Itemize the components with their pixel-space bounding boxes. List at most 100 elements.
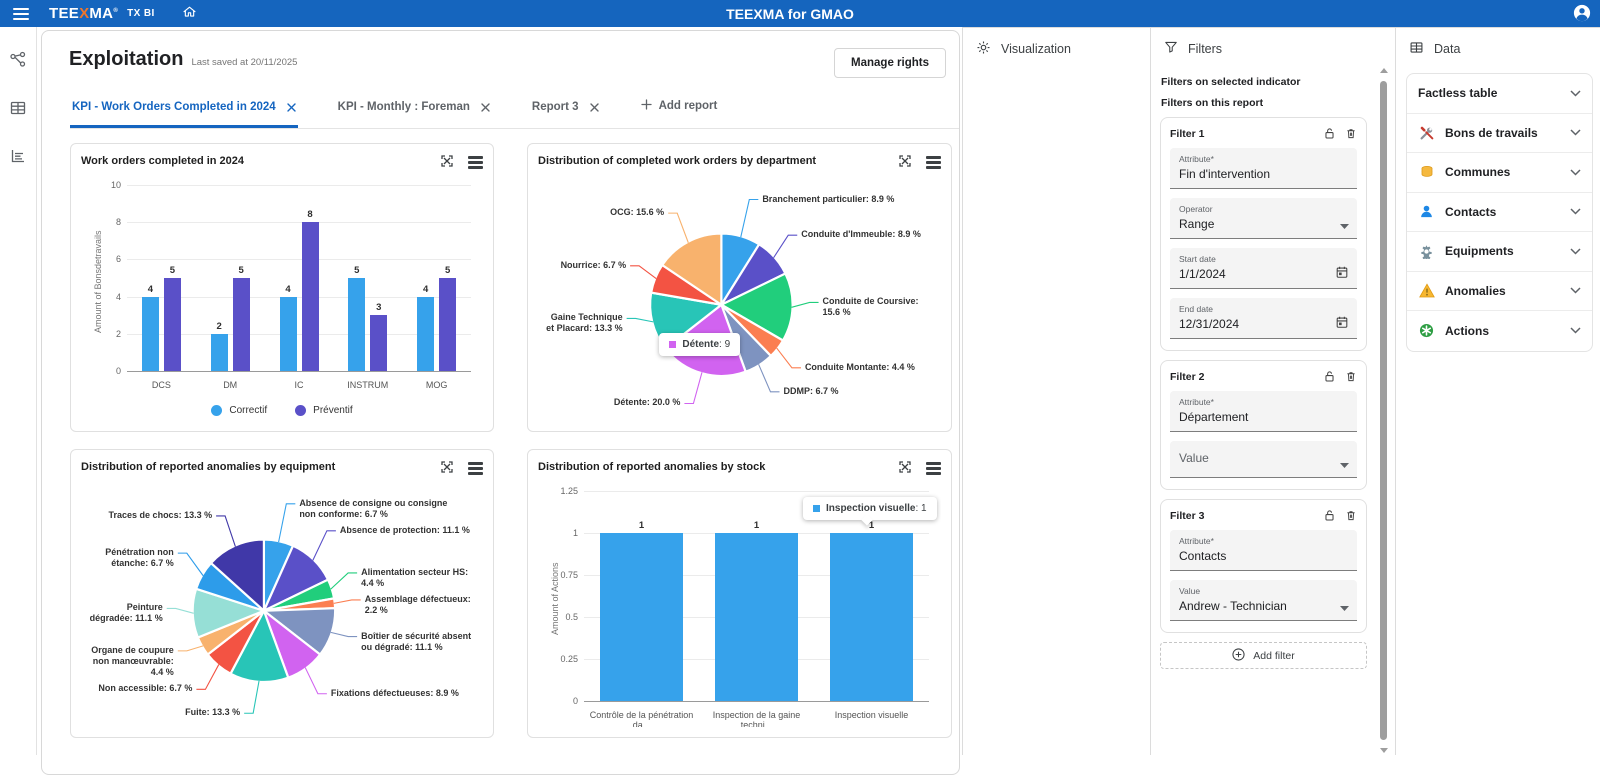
legend-item-Correctif[interactable]: Correctif <box>211 405 267 416</box>
bar-Actions-Inspection de la gaine techni...[interactable] <box>715 533 798 701</box>
account-icon[interactable] <box>1573 4 1591 27</box>
data-item-communes[interactable]: Communes <box>1407 153 1592 193</box>
trash-icon[interactable] <box>1345 509 1357 522</box>
chevron-down-icon[interactable] <box>1570 248 1581 255</box>
hamburger-menu-icon[interactable] <box>13 7 29 20</box>
bar-Correctif-DCS[interactable] <box>141 296 159 371</box>
app-title: TEEXMA for GMAO <box>726 5 854 22</box>
chart-menu-icon[interactable] <box>468 153 483 169</box>
chart-title: Distribution of reported anomalies by eq… <box>81 461 336 473</box>
chevron-down-icon[interactable] <box>1570 129 1581 136</box>
x-category-label: MOG <box>425 380 448 390</box>
dropdown-arrow-icon[interactable] <box>1340 224 1349 229</box>
bar-Correctif-IC[interactable] <box>279 296 297 371</box>
trash-icon[interactable] <box>1345 370 1357 383</box>
y-tick-label: 0.25 <box>560 654 578 664</box>
chart-plot-area: Traces de chocs: 13.3 % Pénétration non é… <box>81 477 483 727</box>
field-placeholder: Value <box>1179 451 1209 465</box>
tab-report-3[interactable]: Report 3 <box>530 92 601 128</box>
add-report-button[interactable]: Add report <box>639 90 720 128</box>
chart-menu-icon[interactable] <box>926 459 941 475</box>
chevron-down-icon[interactable] <box>1570 169 1581 176</box>
lock-icon[interactable] <box>1323 370 1336 383</box>
tab-report-1[interactable]: KPI - Work Orders Completed in 2024 <box>70 92 298 128</box>
tab-report-2[interactable]: KPI - Monthly : Foreman <box>336 92 492 128</box>
y-tick-label: 0.5 <box>565 612 578 622</box>
filter-field-start-date[interactable]: Start date 1/1/2024 <box>1170 248 1357 289</box>
filters-scrollbar[interactable] <box>1379 68 1389 753</box>
manage-rights-button[interactable]: Manage rights <box>834 48 946 78</box>
lock-icon[interactable] <box>1323 127 1336 140</box>
field-label: End date <box>1179 304 1214 314</box>
expand-icon[interactable] <box>439 153 455 169</box>
data-item-label: Contacts <box>1445 204 1497 219</box>
dropdown-arrow-icon[interactable] <box>1340 606 1349 611</box>
y-axis-title: Amount of Actions <box>550 562 560 636</box>
filters-panel: Filters Filters on selected indicator Fi… <box>1150 27 1395 755</box>
chart-menu-icon[interactable] <box>468 459 483 475</box>
filter-field-value[interactable]: Value <box>1170 441 1357 478</box>
filter-field-end-date[interactable]: End date 12/31/2024 <box>1170 298 1357 339</box>
filter-field-attribute-[interactable]: Attribute* Fin d'intervention <box>1170 148 1357 189</box>
data-item-factless-table[interactable]: Factless table <box>1407 74 1592 114</box>
filter-field-value[interactable]: Value Andrew - Technician <box>1170 580 1357 621</box>
expand-icon[interactable] <box>897 459 913 475</box>
workflow-icon[interactable] <box>9 51 27 74</box>
lock-icon[interactable] <box>1323 509 1336 522</box>
expand-icon[interactable] <box>897 153 913 169</box>
pie-slice-label: Gaine Technique et Placard: 13.3 % <box>546 312 623 334</box>
chart-card-work-orders-2024: Work orders completed in 2024 0 2 4 6 8 10 Amo… <box>70 143 494 432</box>
tab-close-icon[interactable] <box>589 102 599 112</box>
dropdown-arrow-icon[interactable] <box>1340 463 1349 468</box>
chevron-down-icon[interactable] <box>1570 90 1581 97</box>
chevron-down-icon[interactable] <box>1570 327 1581 334</box>
bar-Correctif-INSTRUM[interactable] <box>348 278 366 371</box>
tab-close-icon[interactable] <box>481 102 490 112</box>
data-item-actions[interactable]: Actions <box>1407 311 1592 351</box>
filters-section-indicator: Filters on selected indicator <box>1161 76 1301 88</box>
legend-item-Préventif[interactable]: Préventif <box>295 405 353 416</box>
chevron-down-icon[interactable] <box>1570 287 1581 294</box>
filter-field-attribute-[interactable]: Attribute* Département <box>1170 391 1357 432</box>
add-filter-button[interactable]: Add filter <box>1160 642 1367 669</box>
chart-card-anomalies-by-equipment: Distribution of reported anomalies by eq… <box>70 449 494 738</box>
legend-label: Correctif <box>229 405 268 416</box>
chart-menu-icon[interactable] <box>926 153 941 169</box>
pie-slice-label: OCG: 15.6 % <box>610 207 665 218</box>
tab-close-icon[interactable] <box>286 102 296 112</box>
trash-icon[interactable] <box>1345 127 1357 140</box>
gear-icon <box>1418 244 1435 259</box>
bar-chart-icon[interactable] <box>9 147 27 170</box>
pie-slice-label: Absence de protection: 11.1 % <box>339 524 470 535</box>
table-icon[interactable] <box>9 99 27 122</box>
data-item-bons-de-travails[interactable]: Bons de travails <box>1407 114 1592 153</box>
bar-Préventif-DM[interactable] <box>232 278 250 371</box>
bar-Actions-Inspection visuelle[interactable] <box>830 533 913 701</box>
filter-field-attribute-[interactable]: Attribute* Contacts <box>1170 530 1357 571</box>
asterisk-icon <box>1418 323 1435 338</box>
bar-Préventif-MOG[interactable] <box>439 278 457 371</box>
bar-Préventif-IC[interactable] <box>301 222 319 371</box>
pie-slice-label: Pénétration non étanche: 6.7 % <box>105 547 174 569</box>
bar-Préventif-DCS[interactable] <box>163 278 181 371</box>
field-label: Operator <box>1179 204 1213 214</box>
bar-Préventif-INSTRUM[interactable] <box>370 315 388 371</box>
data-item-equipments[interactable]: Equipments <box>1407 232 1592 272</box>
data-item-anomalies[interactable]: Anomalies <box>1407 272 1592 311</box>
home-icon[interactable] <box>181 3 198 25</box>
y-tick-label: 0 <box>572 696 578 706</box>
filter-field-operator[interactable]: Operator Range <box>1170 198 1357 239</box>
chart-legend: Correctif Préventif <box>81 405 483 416</box>
bar-value-label: 1 <box>753 520 760 531</box>
calendar-icon[interactable] <box>1335 265 1349 279</box>
data-item-contacts[interactable]: Contacts <box>1407 193 1592 232</box>
bar-Actions-Contrôle de la pénétration da...[interactable] <box>600 533 683 701</box>
pie-slice-label: Peinture dégradée: 11.1 % <box>89 602 163 624</box>
expand-icon[interactable] <box>439 459 455 475</box>
chevron-down-icon[interactable] <box>1570 208 1581 215</box>
data-item-label: Equipments <box>1445 244 1514 259</box>
bar-Correctif-MOG[interactable] <box>417 296 435 371</box>
calendar-icon[interactable] <box>1335 315 1349 329</box>
bar-Correctif-DM[interactable] <box>210 333 228 371</box>
top-app-bar: TEEXMA® TX BI TEEXMA for GMAO <box>0 0 1600 27</box>
